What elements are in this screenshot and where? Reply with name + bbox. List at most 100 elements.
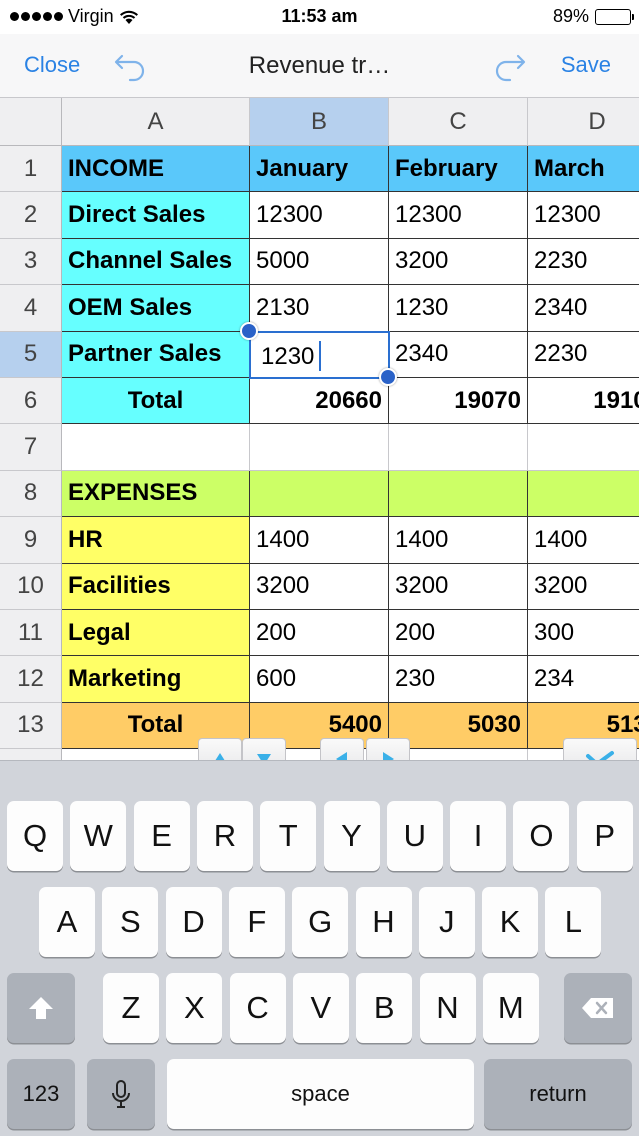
row-header-13[interactable]: 13 (0, 702, 62, 750)
cell-b11[interactable]: 200 (250, 610, 389, 657)
selection-handle-end[interactable] (379, 368, 397, 386)
cell-b2[interactable]: 12300 (250, 192, 389, 239)
cell-d7[interactable] (528, 424, 639, 471)
key-t[interactable]: T (260, 801, 317, 871)
key-i[interactable]: I (450, 801, 507, 871)
cell-a10[interactable]: Facilities (62, 563, 250, 610)
row-header-1[interactable]: 1 (0, 146, 62, 193)
cell-a5[interactable]: Partner Sales (62, 331, 250, 378)
cell-a12[interactable]: Marketing (62, 656, 250, 703)
key-b[interactable]: B (356, 973, 413, 1043)
key-a[interactable]: A (39, 887, 95, 957)
row-header-2[interactable]: 2 (0, 192, 62, 239)
spreadsheet-grid[interactable]: A B C D 1 INCOME January February March 2 Direct S… (0, 98, 639, 760)
row-header-5[interactable]: 5 (0, 331, 62, 378)
key-y[interactable]: Y (323, 801, 380, 871)
arrow-up-button[interactable] (198, 738, 242, 760)
cell-c8[interactable] (389, 470, 528, 518)
cell-d8[interactable] (528, 470, 639, 518)
cell-d2[interactable]: 12300 (528, 192, 639, 239)
cell-b1[interactable]: January (250, 146, 389, 193)
cell-a11[interactable]: Legal (62, 610, 250, 657)
cell-a3[interactable]: Channel Sales (62, 238, 250, 286)
row-header-14[interactable]: 14 (0, 749, 62, 760)
cell-b8[interactable] (250, 470, 389, 518)
cell-c11[interactable]: 200 (389, 610, 528, 657)
editing-text[interactable]: 1230 (261, 343, 314, 371)
cell-d5[interactable]: 2230 (528, 331, 639, 378)
cell-a6[interactable]: Total (62, 378, 250, 425)
cell-b9[interactable]: 1400 (250, 517, 389, 564)
cell-a4[interactable]: OEM Sales (62, 285, 250, 332)
cell-b12[interactable]: 600 (250, 656, 389, 703)
key-e[interactable]: E (133, 801, 190, 871)
cell-c5[interactable]: 2340 (389, 331, 528, 378)
cell-d6[interactable]: 19100 (528, 378, 639, 425)
key-c[interactable]: C (229, 973, 286, 1043)
cell-d12[interactable]: 234 (528, 656, 639, 703)
key-s[interactable]: S (102, 887, 159, 957)
cell-c4[interactable]: 1230 (389, 285, 528, 332)
key-p[interactable]: P (576, 801, 633, 871)
row-header-12[interactable]: 12 (0, 656, 62, 703)
save-button[interactable]: Save (561, 52, 611, 78)
key-m[interactable]: M (482, 973, 539, 1043)
cell-d3[interactable]: 2230 (528, 238, 639, 286)
cell-c6[interactable]: 19070 (389, 378, 528, 425)
row-header-6[interactable]: 6 (0, 378, 62, 425)
key-q[interactable]: Q (7, 801, 63, 871)
row-header-11[interactable]: 11 (0, 610, 62, 657)
arrow-right-button[interactable] (366, 738, 410, 760)
return-key[interactable]: return (484, 1059, 632, 1129)
cell-c1[interactable]: February (389, 146, 528, 193)
key-d[interactable]: D (165, 887, 222, 957)
arrow-left-button[interactable] (320, 738, 364, 760)
row-header-8[interactable]: 8 (0, 470, 62, 518)
key-o[interactable]: O (513, 801, 570, 871)
cell-d11[interactable]: 300 (528, 610, 639, 657)
key-g[interactable]: G (292, 887, 349, 957)
key-j[interactable]: J (418, 887, 475, 957)
shift-key[interactable] (7, 973, 75, 1043)
key-h[interactable]: H (355, 887, 412, 957)
cell-d4[interactable]: 2340 (528, 285, 639, 332)
cell-c7[interactable] (389, 424, 528, 471)
cell-c2[interactable]: 12300 (389, 192, 528, 239)
key-w[interactable]: W (70, 801, 127, 871)
cell-b4[interactable]: 2130 (250, 285, 389, 332)
numbers-key[interactable]: 123 (7, 1059, 75, 1129)
row-header-7[interactable]: 7 (0, 424, 62, 471)
key-l[interactable]: L (545, 887, 602, 957)
cell-c9[interactable]: 1400 (389, 517, 528, 564)
delete-key[interactable] (564, 973, 632, 1043)
row-header-4[interactable]: 4 (0, 285, 62, 332)
space-key[interactable]: space (167, 1059, 474, 1129)
key-f[interactable]: F (228, 887, 285, 957)
row-header-3[interactable]: 3 (0, 238, 62, 286)
selection-handle-start[interactable] (240, 321, 258, 340)
done-button[interactable] (563, 738, 637, 760)
cell-a7[interactable] (62, 424, 250, 471)
cell-a9[interactable]: HR (62, 517, 250, 564)
arrow-down-button[interactable] (242, 738, 286, 760)
redo-button[interactable] (490, 48, 528, 82)
row-header-10[interactable]: 10 (0, 563, 62, 610)
cell-c12[interactable]: 230 (389, 656, 528, 703)
cell-d1[interactable]: March (528, 146, 639, 193)
cell-b3[interactable]: 5000 (250, 238, 389, 286)
column-header-d[interactable]: D (528, 98, 639, 146)
cell-a1[interactable]: INCOME (62, 146, 250, 193)
key-u[interactable]: U (386, 801, 443, 871)
key-n[interactable]: N (419, 973, 476, 1043)
cell-a8[interactable]: EXPENSES (62, 470, 250, 518)
column-header-a[interactable]: A (62, 98, 250, 146)
dictation-key[interactable] (87, 1059, 155, 1129)
cell-d10[interactable]: 3200 (528, 563, 639, 610)
key-z[interactable]: Z (103, 973, 159, 1043)
cell-c3[interactable]: 3200 (389, 238, 528, 286)
key-x[interactable]: X (166, 973, 223, 1043)
key-r[interactable]: R (196, 801, 253, 871)
key-k[interactable]: K (482, 887, 539, 957)
column-header-c[interactable]: C (389, 98, 528, 146)
row-header-9[interactable]: 9 (0, 517, 62, 564)
